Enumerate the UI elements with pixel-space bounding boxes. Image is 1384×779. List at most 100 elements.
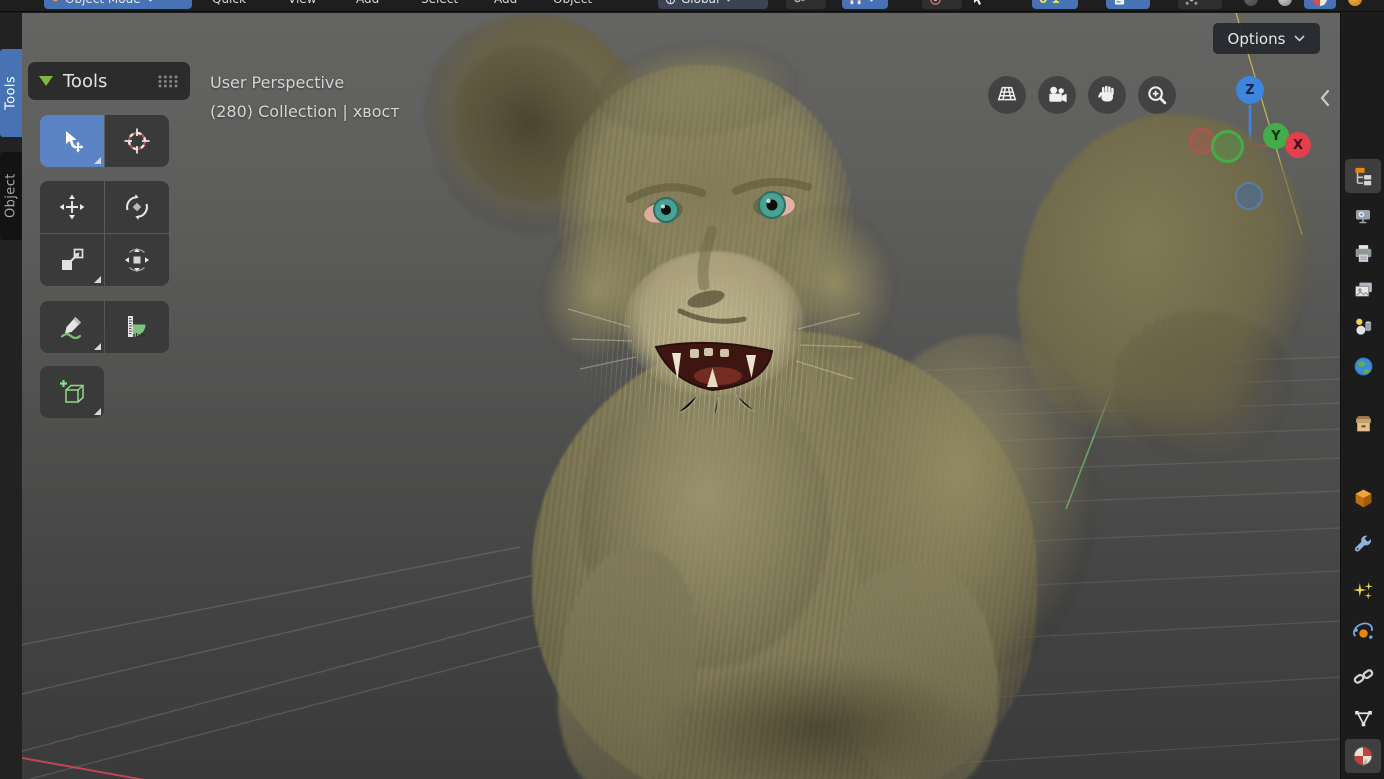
physics-orbit-icon bbox=[1352, 622, 1373, 639]
scene-properties-icon bbox=[1355, 318, 1371, 335]
tab-constraint-properties[interactable] bbox=[1350, 663, 1376, 689]
camera-icon bbox=[1048, 86, 1067, 102]
measure-icon bbox=[128, 316, 146, 337]
tab-object-data-properties[interactable] bbox=[1350, 705, 1376, 731]
material-preview-sphere-icon bbox=[1313, 0, 1327, 6]
object-data-triangle-icon bbox=[1354, 710, 1372, 726]
collection-context-label: (280) Collection | хвост bbox=[210, 102, 400, 121]
menu-quick[interactable]: Quick bbox=[212, 0, 246, 9]
mode-dropdown[interactable]: Object Mode bbox=[44, 0, 192, 9]
chevron-down-icon bbox=[148, 0, 152, 2]
menu-view[interactable]: View bbox=[288, 0, 316, 9]
zero-one-label: 0 1 bbox=[1039, 0, 1060, 6]
zero-one-toggle[interactable]: 0 1 bbox=[1032, 0, 1078, 9]
proportional-editing-button[interactable] bbox=[922, 0, 962, 9]
move-icon bbox=[59, 194, 85, 220]
shading-material-preview-button[interactable] bbox=[1304, 0, 1336, 9]
tool-move[interactable] bbox=[40, 181, 104, 233]
mode-label: Object Mode bbox=[65, 0, 141, 6]
zoom-icon bbox=[1148, 86, 1167, 105]
render-properties-icon bbox=[1356, 210, 1370, 224]
sidebar-toggle-chevron[interactable] bbox=[1320, 89, 1330, 111]
pan-button[interactable] bbox=[1088, 76, 1126, 114]
tool-add-cube[interactable] bbox=[40, 366, 104, 418]
snap-magnet-icon bbox=[850, 0, 861, 4]
material-sphere-icon bbox=[1353, 746, 1373, 766]
gizmo-minus-z-ball[interactable] bbox=[1235, 182, 1263, 210]
overlays-button[interactable] bbox=[1106, 0, 1150, 9]
object-mode-cube-icon bbox=[53, 0, 58, 2]
tab-object-properties[interactable] bbox=[1350, 485, 1376, 511]
header-cursor-button[interactable] bbox=[972, 0, 996, 9]
creature-model[interactable] bbox=[0, 13, 1340, 779]
snap-toggle-button[interactable] bbox=[842, 0, 888, 9]
options-label: Options bbox=[1227, 29, 1286, 48]
toggle-orthographic-button[interactable] bbox=[988, 76, 1026, 114]
object-cube-icon bbox=[1355, 489, 1371, 507]
tab-particle-properties[interactable] bbox=[1350, 577, 1376, 603]
zoom-button[interactable] bbox=[1138, 76, 1176, 114]
cursor-icon bbox=[974, 0, 981, 5]
gizmo-minus-y-ball[interactable] bbox=[1211, 130, 1244, 163]
view-perspective-label: User Perspective bbox=[210, 73, 345, 92]
tool-rotate[interactable] bbox=[105, 181, 169, 233]
chevron-down-icon bbox=[1294, 35, 1306, 42]
gizmo-y-label: Y bbox=[1271, 128, 1281, 144]
tool-annotate[interactable] bbox=[40, 301, 104, 353]
tab-physics-properties[interactable] bbox=[1350, 620, 1376, 646]
tab-tools[interactable]: Tools bbox=[0, 49, 22, 137]
menu-object[interactable]: Object bbox=[553, 0, 592, 9]
tab-material-properties[interactable] bbox=[1345, 739, 1381, 773]
tab-world-properties[interactable] bbox=[1350, 353, 1376, 379]
editor-type-outliner-button[interactable] bbox=[1345, 159, 1381, 193]
tool-scale[interactable] bbox=[40, 234, 104, 286]
gizmos-button[interactable] bbox=[1178, 0, 1222, 9]
chevron-left-icon bbox=[1320, 89, 1330, 107]
world-globe-icon bbox=[1354, 357, 1372, 375]
creature-underbody-shadow bbox=[655, 658, 985, 779]
gizmo-x-ball[interactable]: X bbox=[1285, 132, 1311, 158]
transform-orientation-dropdown[interactable]: Global bbox=[658, 0, 768, 9]
tools-panel-header[interactable]: Tools bbox=[28, 62, 190, 100]
solid-sphere-icon bbox=[1278, 0, 1292, 6]
tab-collection-properties[interactable] bbox=[1350, 410, 1376, 436]
particles-sparkles-icon bbox=[1352, 581, 1373, 599]
tab-output-properties[interactable] bbox=[1350, 240, 1376, 266]
camera-view-button[interactable] bbox=[1038, 76, 1076, 114]
transform-orientation-icon bbox=[665, 0, 676, 4]
tool-cursor-3d[interactable] bbox=[105, 115, 169, 167]
shading-wireframe-button[interactable] bbox=[1236, 0, 1266, 9]
view-layer-images-icon bbox=[1354, 282, 1372, 297]
tweak-select-icon bbox=[65, 130, 84, 153]
snap-target-icon bbox=[794, 0, 805, 3]
gizmo-z-ball[interactable]: Z bbox=[1236, 76, 1264, 104]
tool-measure[interactable] bbox=[105, 301, 169, 353]
rotate-icon bbox=[126, 194, 148, 220]
shading-solid-button[interactable] bbox=[1270, 0, 1300, 9]
panel-collapse-triangle-icon[interactable] bbox=[39, 76, 53, 86]
scale-icon bbox=[62, 248, 84, 270]
cursor-3d-icon bbox=[124, 128, 150, 154]
gizmo-z-label: Z bbox=[1245, 82, 1255, 98]
options-button[interactable]: Options bbox=[1213, 23, 1320, 54]
output-printer-icon bbox=[1355, 244, 1371, 262]
orthographic-grid-icon bbox=[997, 86, 1017, 101]
tool-tweak-select[interactable] bbox=[40, 115, 104, 167]
menu-select[interactable]: Select bbox=[421, 0, 458, 9]
shading-rendered-button[interactable] bbox=[1340, 0, 1370, 9]
tab-scene-properties[interactable] bbox=[1350, 313, 1376, 339]
snap-target-button[interactable] bbox=[786, 0, 826, 9]
gizmos-icon bbox=[1185, 0, 1198, 5]
chevron-down-icon bbox=[727, 0, 731, 2]
menu-add-2[interactable]: Add bbox=[494, 0, 517, 9]
tab-object[interactable]: Object bbox=[0, 152, 22, 240]
tab-modifier-properties[interactable] bbox=[1350, 532, 1376, 558]
tab-render-properties[interactable] bbox=[1350, 203, 1376, 229]
tool-transform[interactable] bbox=[105, 234, 169, 286]
tab-view-layer-properties[interactable] bbox=[1350, 277, 1376, 303]
add-cube-icon bbox=[60, 380, 84, 403]
3d-viewport[interactable]: User Perspective (280) Collection | хвос… bbox=[0, 13, 1340, 779]
menu-add[interactable]: Add bbox=[356, 0, 379, 9]
drag-grip-icon[interactable] bbox=[157, 74, 179, 88]
collection-box-icon bbox=[1355, 415, 1371, 431]
